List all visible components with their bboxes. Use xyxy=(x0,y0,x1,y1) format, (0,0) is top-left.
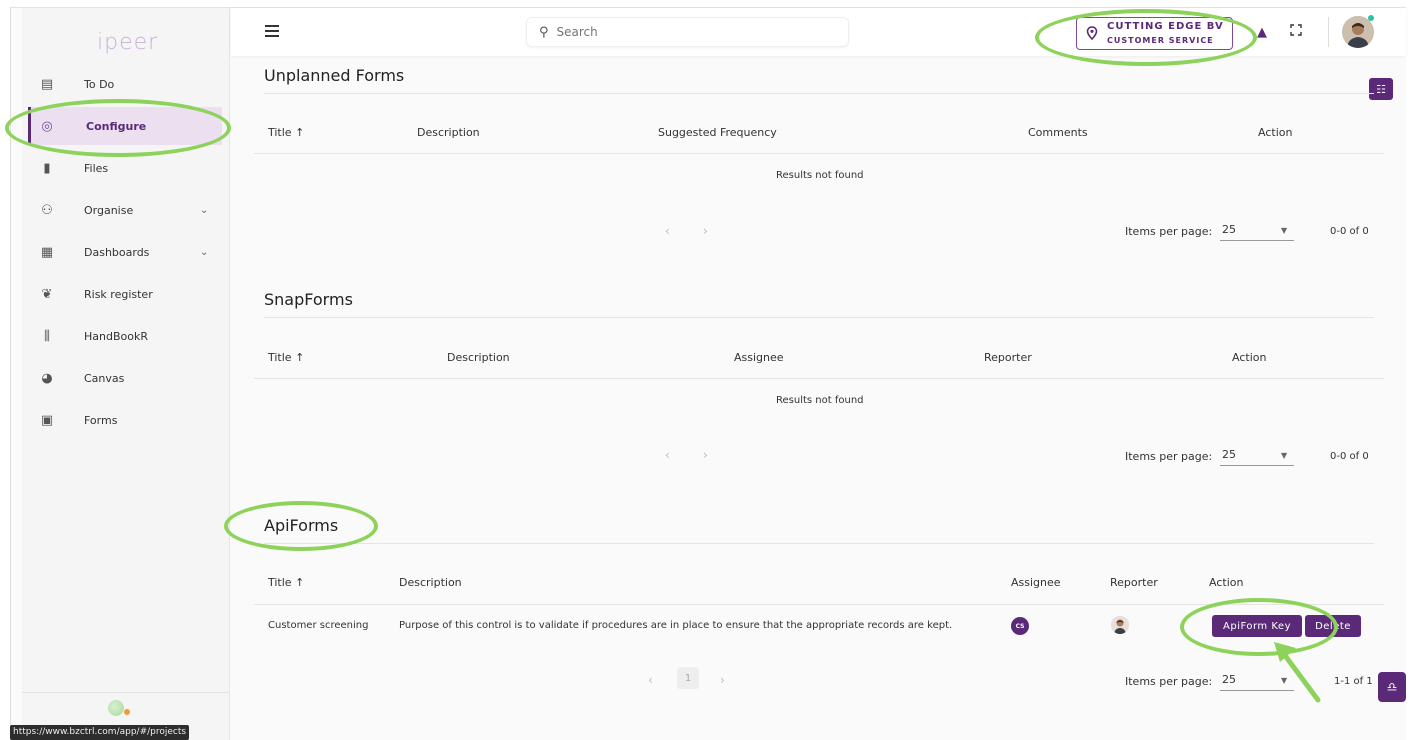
page-number-button[interactable]: 1 xyxy=(677,667,699,689)
sidebar-item-label: Organise xyxy=(84,203,134,217)
app-logo: ipeer xyxy=(97,30,159,55)
forms-icon: ▣ xyxy=(40,412,54,428)
caret-down-icon[interactable]: ▼ xyxy=(1281,451,1287,460)
chevron-down-icon: ⌄ xyxy=(200,204,209,216)
online-status-dot xyxy=(1368,15,1374,21)
people-icon: ⚇ xyxy=(41,202,53,218)
items-per-page-label: Items per page: xyxy=(1125,675,1213,688)
column-reporter: Reporter xyxy=(984,351,1032,364)
next-page-icon[interactable]: › xyxy=(703,224,708,238)
sidebar-item-canvas[interactable]: ◕ Canvas xyxy=(22,359,230,397)
brand-mark-dot-icon xyxy=(124,709,130,715)
select-underline xyxy=(1220,465,1294,466)
column-assignee: Assignee xyxy=(1011,576,1061,589)
sidebar-item-label: Files xyxy=(84,161,109,175)
palette-icon: ◕ xyxy=(41,370,53,386)
empty-message: Results not found xyxy=(776,170,864,181)
column-action: Action xyxy=(1258,126,1293,139)
items-per-page-select[interactable]: 25 xyxy=(1222,673,1236,686)
risk-icon: ❦ xyxy=(41,286,53,302)
bell-icon: ♎ xyxy=(1386,680,1398,694)
highlight-configure-annotation xyxy=(5,99,231,157)
caret-down-icon[interactable]: ▼ xyxy=(1281,226,1287,235)
section-divider xyxy=(264,543,1374,544)
reporter-avatar xyxy=(1111,616,1129,634)
assignee-badge: CS xyxy=(1011,617,1029,635)
search-icon: ⚲ xyxy=(539,24,549,40)
filter-settings-button[interactable]: ☷ xyxy=(1369,78,1393,100)
sidebar-item-organise[interactable]: ⚇ Organise ⌄ xyxy=(22,191,230,229)
search-box[interactable]: ⚲ xyxy=(526,17,849,47)
table-header-divider xyxy=(254,153,1384,154)
sidebar-divider xyxy=(22,692,230,693)
dashboard-icon: ▦ xyxy=(40,244,54,260)
files-icon: ▮ xyxy=(43,160,51,176)
pagination-range: 0-0 of 0 xyxy=(1330,451,1369,462)
column-title[interactable]: Title ↑ xyxy=(268,576,304,589)
prev-page-icon[interactable]: ‹ xyxy=(665,448,670,462)
graduation-cap-icon[interactable]: ▲ xyxy=(1257,25,1267,40)
column-reporter: Reporter xyxy=(1110,576,1158,589)
status-url-tooltip: https://www.bzctrl.com/app/#/projects xyxy=(10,725,190,740)
highlight-org-annotation xyxy=(1035,9,1257,66)
help-fab-button[interactable]: ♎ xyxy=(1378,672,1406,702)
sidebar-item-label: Forms xyxy=(84,413,118,427)
topbar-separator xyxy=(1328,17,1329,47)
pagination-range: 1-1 of 1 xyxy=(1334,676,1373,687)
sidebar-item-forms[interactable]: ▣ Forms xyxy=(22,401,230,439)
next-page-icon[interactable]: › xyxy=(703,448,708,462)
prev-page-icon[interactable]: ‹ xyxy=(665,224,670,238)
column-suggested-frequency: Suggested Frequency xyxy=(658,126,777,139)
highlight-apiforms-annotation xyxy=(224,501,378,551)
sidebar-item-label: Dashboards xyxy=(84,245,150,259)
sidebar-item-label: Risk register xyxy=(84,287,153,301)
person-icon xyxy=(1111,616,1129,634)
sliders-icon: ☷ xyxy=(1376,82,1386,96)
section-divider xyxy=(264,93,1374,94)
sidebar-item-handbookr[interactable]: ⫼ HandBookR xyxy=(22,317,230,355)
brand-mark-icon xyxy=(108,700,124,716)
section-title-unplanned: Unplanned Forms xyxy=(264,66,405,85)
column-action: Action xyxy=(1232,351,1267,364)
menu-icon[interactable] xyxy=(265,25,279,37)
sort-arrow-icon: ↑ xyxy=(295,351,305,364)
column-assignee: Assignee xyxy=(734,351,784,364)
column-description: Description xyxy=(399,576,462,589)
items-per-page-label: Items per page: xyxy=(1125,225,1213,238)
column-description: Description xyxy=(447,351,510,364)
column-action: Action xyxy=(1209,576,1244,589)
row-title[interactable]: Customer screening xyxy=(268,620,368,631)
sidebar-item-label: Canvas xyxy=(84,371,125,385)
arrow-annotation-icon xyxy=(1274,642,1321,703)
pagination-range: 0-0 of 0 xyxy=(1330,226,1369,237)
items-per-page-label: Items per page: xyxy=(1125,450,1213,463)
table-header-divider xyxy=(254,378,1384,379)
items-per-page-select[interactable]: 25 xyxy=(1222,223,1236,236)
prev-page-icon[interactable]: ‹ xyxy=(648,673,653,687)
clipboard-icon: ▤ xyxy=(40,76,54,92)
sort-arrow-icon: ↑ xyxy=(295,126,305,139)
next-page-icon[interactable]: › xyxy=(720,673,725,687)
fullscreen-icon[interactable] xyxy=(1290,24,1302,36)
chevron-down-icon: ⌄ xyxy=(200,246,209,258)
select-underline xyxy=(1220,240,1294,241)
section-divider xyxy=(264,317,1374,318)
sidebar-item-todo[interactable]: ▤ To Do xyxy=(22,65,230,103)
sort-arrow-icon: ↑ xyxy=(295,576,305,589)
empty-message: Results not found xyxy=(776,395,864,406)
search-input[interactable] xyxy=(556,25,817,39)
row-description: Purpose of this control is to validate i… xyxy=(399,620,953,631)
sidebar-item-label: HandBookR xyxy=(84,329,148,343)
sidebar-item-label: To Do xyxy=(84,77,115,91)
column-description: Description xyxy=(417,126,480,139)
column-title[interactable]: Title ↑ xyxy=(268,351,304,364)
handbook-icon: ⫼ xyxy=(44,328,50,344)
items-per-page-select[interactable]: 25 xyxy=(1222,448,1236,461)
sidebar-item-risk-register[interactable]: ❦ Risk register xyxy=(22,275,230,313)
column-title[interactable]: Title ↑ xyxy=(268,126,304,139)
section-title-snapforms: SnapForms xyxy=(264,290,353,309)
sidebar-item-dashboards[interactable]: ▦ Dashboards ⌄ xyxy=(22,233,230,271)
column-comments: Comments xyxy=(1028,126,1088,139)
